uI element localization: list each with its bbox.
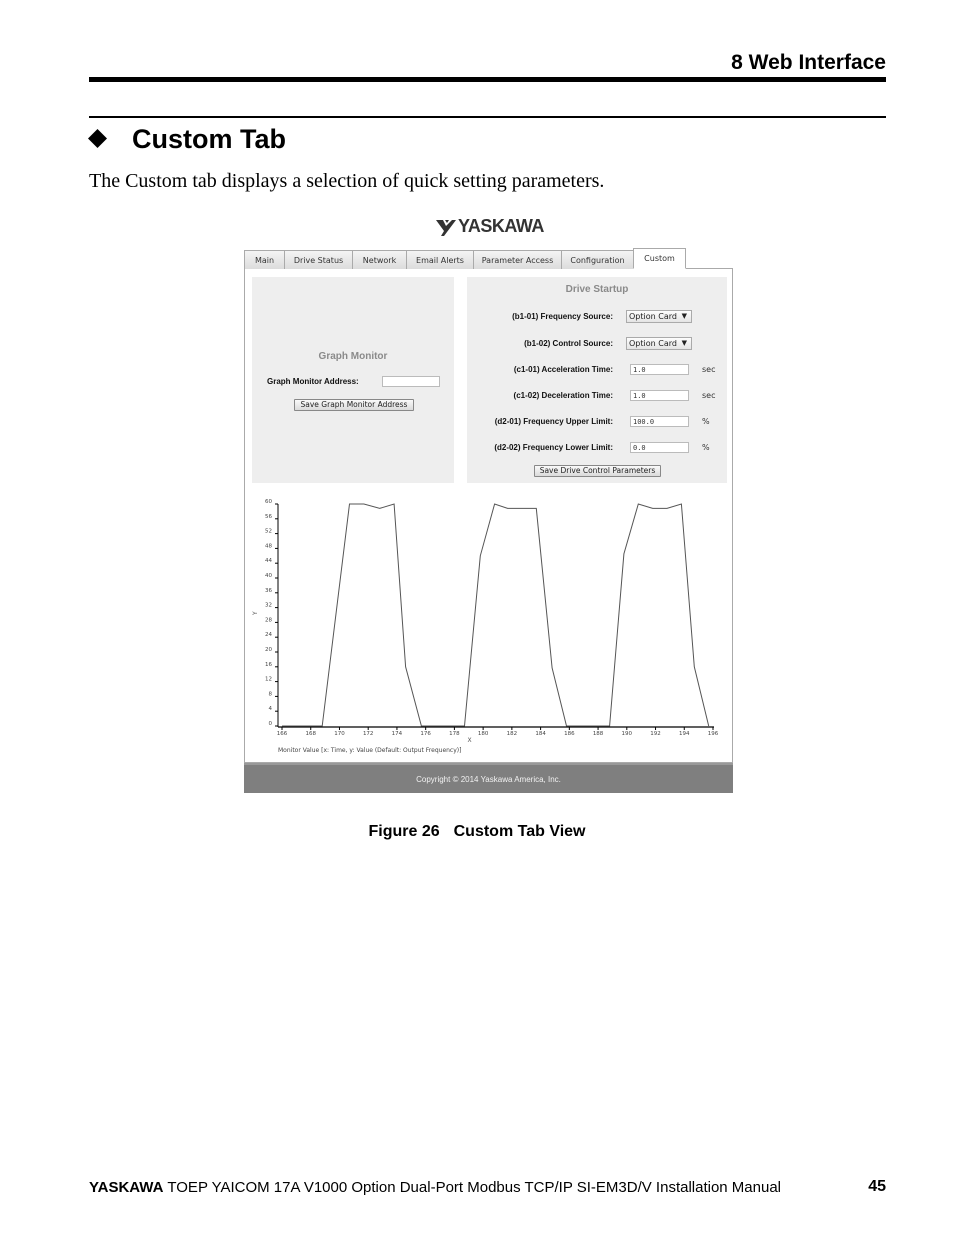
page-footer: YASKAWA TOEP YAICOM 17A V1000 Option Dua… [89,1179,781,1196]
control-source-value: Option Card [629,339,677,348]
x-tick-label: 192 [650,731,661,737]
y-tick-label: 4 [269,706,273,712]
tab-configuration[interactable]: Configuration [561,250,634,269]
figure-title: Custom Tab View [453,823,586,840]
frequency-upper-limit-unit: % [702,417,710,426]
graph-monitor-panel: Graph Monitor Graph Monitor Address: Sav… [252,277,454,483]
tab-main[interactable]: Main [244,250,285,269]
intro-paragraph: The Custom tab displays a selection of q… [89,170,605,192]
y-tick-label: 0 [269,721,273,727]
acceleration-time-input[interactable]: 1.0 [630,364,689,375]
y-tick-label: 28 [265,617,272,623]
y-tick-label: 48 [265,543,272,549]
tab-drive-status[interactable]: Drive Status [284,250,353,269]
x-axis-label: X [468,737,472,744]
tab-parameter-access[interactable]: Parameter Access [473,250,562,269]
tab-bar: Main Drive Status Network Email Alerts P… [244,248,733,269]
page-heading: Custom Tab [132,124,286,154]
header-rule [89,77,886,82]
y-tick-label: 24 [265,632,272,638]
y-axis-label: Y [252,611,259,616]
tab-network[interactable]: Network [352,250,407,269]
tab-custom[interactable]: Custom [633,248,686,269]
y-tick-label: 16 [265,662,272,668]
y-tick-label: 56 [265,514,272,520]
x-tick-label: 180 [478,731,489,737]
frequency-source-select[interactable]: Option Card ▼ [626,310,692,323]
save-drive-control-parameters-button[interactable]: Save Drive Control Parameters [534,465,661,477]
yaskawa-logo: YASKAWA [436,216,544,237]
x-tick-label: 174 [392,731,403,737]
frequency-lower-limit-unit: % [702,443,710,452]
chart-series [282,503,710,727]
frequency-source-value: Option Card [629,312,677,321]
frequency-source-label: (b1-01) Frequency Source: [512,312,613,321]
x-tick-label: 188 [593,731,604,737]
frequency-upper-limit-input[interactable]: 100.0 [630,416,689,427]
figure-number: Figure 26 [368,823,440,840]
x-tick-label: 170 [334,731,345,737]
x-tick-label: 172 [363,731,374,737]
y-axis-ticks: 04812162024283236404448525660 [265,499,278,727]
footer-brand: YASKAWA [89,1179,164,1196]
logo-text: YASKAWA [458,216,544,236]
drive-startup-title: Drive Startup [565,284,629,295]
copyright-footer: Copyright © 2014 Yaskawa America, Inc. [244,763,733,793]
deceleration-time-unit: sec [702,391,716,400]
section-header: 8 Web Interface [731,51,886,74]
graph-monitor-title: Graph Monitor [318,351,388,362]
x-tick-label: 178 [449,731,460,737]
y-tick-label: 52 [265,529,272,535]
y-tick-label: 8 [269,691,273,697]
custom-tab-content: Graph Monitor Graph Monitor Address: Sav… [244,269,733,763]
acceleration-time-label: (c1-01) Acceleration Time: [513,365,613,374]
tab-email-alerts[interactable]: Email Alerts [406,250,474,269]
deceleration-time-input[interactable]: 1.0 [630,390,689,401]
frequency-lower-limit-label: (d2-02) Frequency Lower Limit: [494,443,613,452]
figure-caption: Figure 26 Custom Tab View [0,823,954,841]
yaskawa-logo-mark-icon [436,219,456,236]
graph-monitor-address-input[interactable] [382,376,440,387]
x-tick-label: 176 [420,731,431,737]
y-tick-label: 44 [265,558,272,564]
x-tick-label: 168 [305,731,316,737]
dropdown-arrow-icon: ▼ [681,312,687,320]
x-tick-label: 184 [535,731,546,737]
y-tick-label: 60 [265,499,272,505]
y-tick-label: 36 [265,588,272,594]
diamond-bullet-icon [88,129,107,148]
x-tick-label: 194 [679,731,690,737]
control-source-select[interactable]: Option Card ▼ [626,337,692,350]
y-tick-label: 40 [265,573,272,579]
y-tick-label: 32 [265,603,272,609]
page-number: 45 [868,1178,886,1195]
footer-text: TOEP YAICOM 17A V1000 Option Dual-Port M… [167,1179,782,1196]
frequency-upper-limit-label: (d2-01) Frequency Upper Limit: [494,417,613,426]
drive-startup-panel: Drive Startup (b1-01) Frequency Source: … [467,277,727,483]
acceleration-time-unit: sec [702,365,716,374]
x-tick-label: 166 [277,731,288,737]
save-graph-monitor-address-button[interactable]: Save Graph Monitor Address [294,399,414,411]
x-tick-label: 190 [622,731,633,737]
y-tick-label: 20 [265,647,272,653]
graph-monitor-chart: 04812162024283236404448525660 166 168 170 1… [252,499,719,754]
control-source-label: (b1-02) Control Source: [524,339,613,348]
x-tick-label: 196 [708,731,719,737]
x-tick-label: 182 [507,731,518,737]
x-tick-label: 186 [564,731,575,737]
x-axis-ticks: 166 168 170 172 174 176 178 180 182 184 186 188 190 1… [277,727,719,737]
graph-monitor-address-label: Graph Monitor Address: [267,377,359,386]
series-line [282,503,710,727]
chart-legend: Monitor Value [x: Time, y: Value (Defaul… [278,747,461,754]
heading-rule [89,116,886,118]
web-interface-screenshot: Main Drive Status Network Email Alerts P… [244,248,733,793]
deceleration-time-label: (c1-02) Deceleration Time: [513,391,613,400]
y-tick-label: 12 [265,677,272,683]
frequency-lower-limit-input[interactable]: 0.0 [630,442,689,453]
dropdown-arrow-icon: ▼ [681,339,687,347]
